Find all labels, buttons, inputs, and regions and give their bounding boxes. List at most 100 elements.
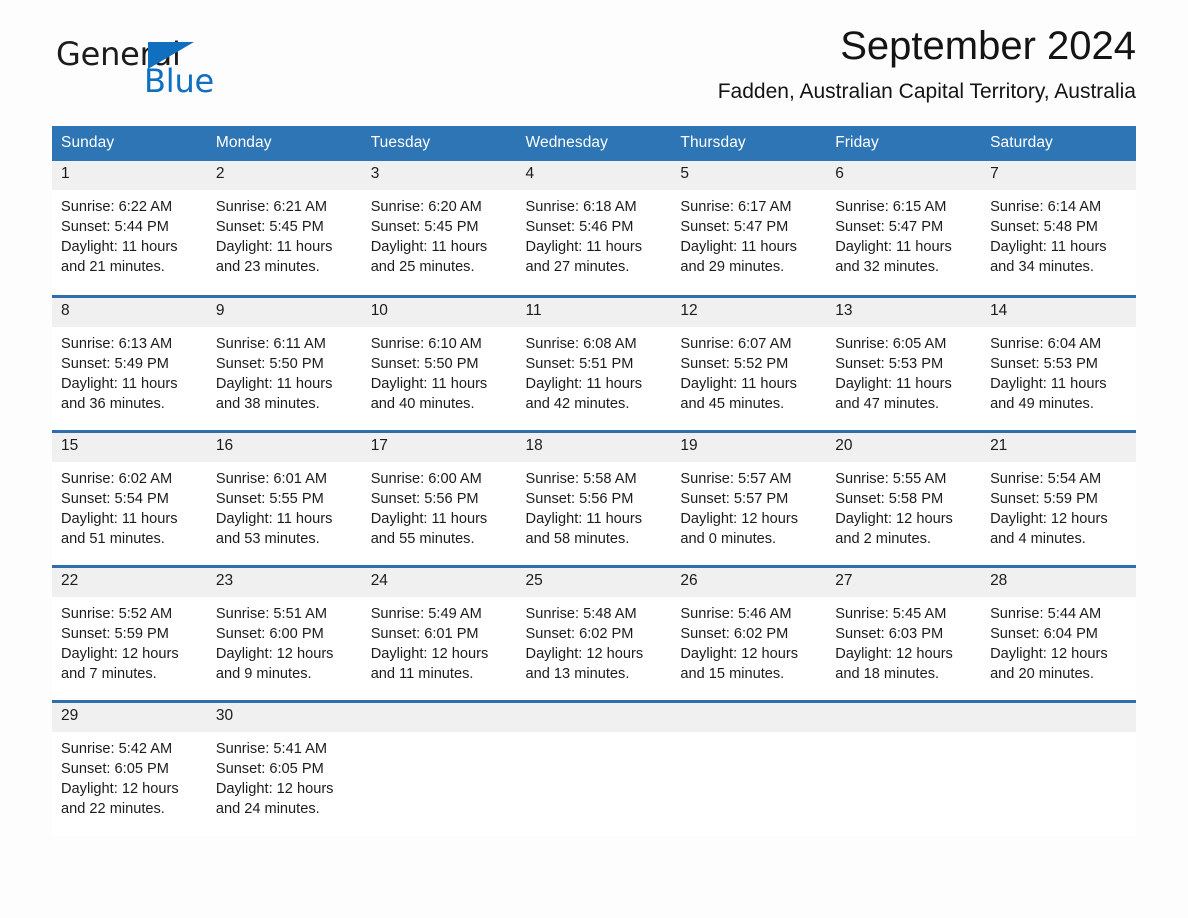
- weekday-header-saturday: Saturday: [981, 126, 1136, 161]
- sunrise-text: Sunrise: 6:08 AM: [525, 335, 637, 352]
- calendar-day-cell[interactable]: 11 Sunrise: 6:08 AM Sunset: 5:51 PM Dayligh…: [516, 294, 672, 431]
- day-cell-inner: [826, 702, 982, 739]
- calendar-day-cell[interactable]: 16 Sunrise: 6:01 AM Sunset: 5:55 PM Dayligh…: [206, 429, 362, 566]
- sunrise-text: Sunrise: 6:11 AM: [215, 335, 326, 352]
- calendar-day-cell[interactable]: [361, 699, 517, 836]
- sunrise-text: Sunrise: 6:02 AM: [61, 470, 173, 487]
- calendar-day-cell[interactable]: 30 Sunrise: 5:41 AM Sunset: 6:05 PM Dayligh…: [206, 699, 362, 836]
- calendar-day-cell[interactable]: 6 Sunrise: 6:15 AM Sunset: 5:47 PM Daylight…: [826, 161, 982, 296]
- sunrise-text: Sunrise: 5:41 AM: [215, 740, 327, 757]
- sunset-text: Sunset: 5:52 PM: [680, 355, 789, 372]
- sunrise-text: Sunrise: 6:21 AM: [215, 199, 327, 215]
- sunset-text: Sunset: 5:45 PM: [215, 219, 324, 235]
- daylight-text: Daylight: 11 hours and 53 minutes.: [215, 510, 333, 547]
- day-details: Sunrise: 6:22 AM Sunset: 5:44 PM Daylight:…: [52, 190, 207, 277]
- day-details: [671, 732, 826, 739]
- calendar-day-cell[interactable]: 15 Sunrise: 6:02 AM Sunset: 5:54 PM Dayligh…: [52, 429, 207, 566]
- calendar-day-cell[interactable]: 26 Sunrise: 5:46 AM Sunset: 6:02 PM Dayligh…: [671, 564, 827, 701]
- calendar-day-cell[interactable]: 29 Sunrise: 5:42 AM Sunset: 6:05 PM Dayligh…: [52, 699, 207, 836]
- calendar-day-cell[interactable]: 5 Sunrise: 6:17 AM Sunset: 5:47 PM Daylight…: [671, 161, 827, 296]
- calendar-day-cell[interactable]: 9 Sunrise: 6:11 AM Sunset: 5:50 PM Daylight…: [206, 294, 362, 431]
- day-details: Sunrise: 5:54 AM Sunset: 5:59 PM Daylight:…: [981, 462, 1136, 549]
- sunset-text: Sunset: 6:05 PM: [61, 760, 169, 777]
- day-number: 25: [516, 567, 672, 597]
- calendar-day-cell[interactable]: 23 Sunrise: 5:51 AM Sunset: 6:00 PM Dayligh…: [206, 564, 362, 701]
- calendar-week-row: 22 Sunrise: 5:52 AM Sunset: 5:59 PM Dayligh…: [52, 564, 1136, 701]
- day-number: [361, 702, 517, 732]
- daylight-text: Daylight: 11 hours and 49 minutes.: [990, 375, 1107, 412]
- day-cell-inner: [516, 702, 672, 739]
- calendar-day-cell[interactable]: 17 Sunrise: 6:00 AM Sunset: 5:56 PM Dayligh…: [361, 429, 517, 566]
- day-cell-inner: 4 Sunrise: 6:18 AM Sunset: 5:46 PM Daylight…: [516, 161, 672, 277]
- day-number: 8: [52, 297, 207, 327]
- day-number: 17: [361, 432, 517, 462]
- generalblue-logo[interactable]: General Blue: [52, 38, 252, 112]
- sunrise-text: Sunrise: 5:44 AM: [990, 605, 1102, 622]
- sunrise-text: Sunrise: 5:42 AM: [61, 740, 173, 757]
- day-number: 29: [52, 702, 207, 732]
- sunrise-text: Sunrise: 5:55 AM: [835, 470, 947, 487]
- sunrise-text: Sunrise: 6:17 AM: [680, 199, 792, 215]
- sunrise-text: Sunrise: 5:45 AM: [835, 605, 947, 622]
- day-cell-inner: 8 Sunrise: 6:13 AM Sunset: 5:49 PM Daylight…: [52, 297, 207, 414]
- day-details: Sunrise: 5:46 AM Sunset: 6:02 PM Daylight:…: [671, 597, 826, 684]
- day-number: 2: [206, 161, 362, 190]
- calendar-day-cell[interactable]: 12 Sunrise: 6:07 AM Sunset: 5:52 PM Dayligh…: [671, 294, 827, 431]
- calendar-day-cell[interactable]: 1 Sunrise: 6:22 AM Sunset: 5:44 PM Daylight…: [52, 161, 207, 296]
- calendar-day-cell[interactable]: 3 Sunrise: 6:20 AM Sunset: 5:45 PM Daylight…: [361, 161, 517, 296]
- day-cell-inner: 2 Sunrise: 6:21 AM Sunset: 5:45 PM Daylight…: [206, 161, 362, 277]
- day-number: 21: [981, 432, 1136, 462]
- calendar-day-cell[interactable]: 20 Sunrise: 5:55 AM Sunset: 5:58 PM Dayligh…: [826, 429, 982, 566]
- daylight-text: Daylight: 12 hours and 15 minutes.: [680, 645, 799, 682]
- calendar-day-cell[interactable]: [671, 699, 827, 836]
- day-number: 9: [206, 297, 362, 327]
- weekday-header-monday: Monday: [206, 126, 362, 161]
- title-block: September 2024 Fadden, Australian Capita…: [718, 24, 1136, 103]
- day-cell-inner: 11 Sunrise: 6:08 AM Sunset: 5:51 PM Dayligh…: [516, 297, 672, 414]
- calendar-day-cell[interactable]: 19 Sunrise: 5:57 AM Sunset: 5:57 PM Dayligh…: [671, 429, 827, 566]
- day-number: 1: [52, 161, 207, 190]
- calendar-day-cell[interactable]: 25 Sunrise: 5:48 AM Sunset: 6:02 PM Dayligh…: [516, 564, 672, 701]
- sunrise-text: Sunrise: 6:07 AM: [680, 335, 792, 352]
- calendar-day-cell[interactable]: 4 Sunrise: 6:18 AM Sunset: 5:46 PM Daylight…: [516, 161, 672, 296]
- sunrise-text: Sunrise: 6:01 AM: [215, 470, 327, 487]
- calendar-day-cell[interactable]: 22 Sunrise: 5:52 AM Sunset: 5:59 PM Dayligh…: [52, 564, 207, 701]
- calendar-day-cell[interactable]: [516, 699, 672, 836]
- calendar-day-cell[interactable]: 14 Sunrise: 6:04 AM Sunset: 5:53 PM Dayligh…: [981, 294, 1136, 431]
- day-cell-inner: 7 Sunrise: 6:14 AM Sunset: 5:48 PM Daylight…: [981, 161, 1136, 277]
- sunset-text: Sunset: 5:54 PM: [61, 490, 169, 507]
- day-cell-inner: 25 Sunrise: 5:48 AM Sunset: 6:02 PM Dayligh…: [516, 567, 672, 684]
- daylight-text: Daylight: 11 hours and 58 minutes.: [525, 510, 643, 547]
- calendar-day-cell[interactable]: 18 Sunrise: 5:58 AM Sunset: 5:56 PM Dayligh…: [516, 429, 672, 566]
- day-number: 15: [52, 432, 207, 462]
- calendar-day-cell[interactable]: 7 Sunrise: 6:14 AM Sunset: 5:48 PM Daylight…: [981, 161, 1136, 296]
- calendar-day-cell[interactable]: 2 Sunrise: 6:21 AM Sunset: 5:45 PM Daylight…: [206, 161, 362, 296]
- calendar-day-cell[interactable]: 13 Sunrise: 6:05 AM Sunset: 5:53 PM Dayligh…: [826, 294, 982, 431]
- day-details: [826, 732, 981, 739]
- day-cell-inner: 5 Sunrise: 6:17 AM Sunset: 5:47 PM Daylight…: [671, 161, 827, 277]
- calendar-day-cell[interactable]: 28 Sunrise: 5:44 AM Sunset: 6:04 PM Dayligh…: [981, 564, 1136, 701]
- sunset-text: Sunset: 5:59 PM: [990, 490, 1098, 507]
- day-number: 14: [981, 297, 1136, 327]
- sunset-text: Sunset: 6:02 PM: [680, 625, 789, 642]
- day-details: Sunrise: 6:05 AM Sunset: 5:53 PM Daylight:…: [826, 327, 981, 414]
- day-details: Sunrise: 5:55 AM Sunset: 5:58 PM Daylight:…: [826, 462, 981, 549]
- calendar-day-cell[interactable]: 10 Sunrise: 6:10 AM Sunset: 5:50 PM Dayligh…: [361, 294, 517, 431]
- day-cell-inner: 10 Sunrise: 6:10 AM Sunset: 5:50 PM Dayligh…: [361, 297, 517, 414]
- day-details: [981, 732, 1136, 739]
- calendar-day-cell[interactable]: [826, 699, 982, 836]
- day-number: 27: [826, 567, 982, 597]
- calendar-day-cell[interactable]: 21 Sunrise: 5:54 AM Sunset: 5:59 PM Dayligh…: [981, 429, 1136, 566]
- calendar-day-cell[interactable]: 24 Sunrise: 5:49 AM Sunset: 6:01 PM Dayligh…: [361, 564, 517, 701]
- sunset-text: Sunset: 5:59 PM: [61, 625, 169, 642]
- calendar-day-cell[interactable]: [981, 699, 1136, 836]
- day-cell-inner: 18 Sunrise: 5:58 AM Sunset: 5:56 PM Dayligh…: [516, 432, 672, 549]
- location-subtitle: Fadden, Australian Capital Territory, Au…: [717, 80, 1136, 103]
- day-cell-inner: 14 Sunrise: 6:04 AM Sunset: 5:53 PM Dayligh…: [981, 297, 1136, 414]
- calendar-day-cell[interactable]: 27 Sunrise: 5:45 AM Sunset: 6:03 PM Dayligh…: [826, 564, 982, 701]
- calendar-day-cell[interactable]: 8 Sunrise: 6:13 AM Sunset: 5:49 PM Daylight…: [52, 294, 207, 431]
- day-cell-inner: 30 Sunrise: 5:41 AM Sunset: 6:05 PM Dayligh…: [206, 702, 362, 819]
- daylight-text: Daylight: 12 hours and 20 minutes.: [990, 645, 1108, 682]
- sunset-text: Sunset: 5:53 PM: [990, 355, 1098, 372]
- sunrise-text: Sunrise: 5:52 AM: [61, 605, 173, 622]
